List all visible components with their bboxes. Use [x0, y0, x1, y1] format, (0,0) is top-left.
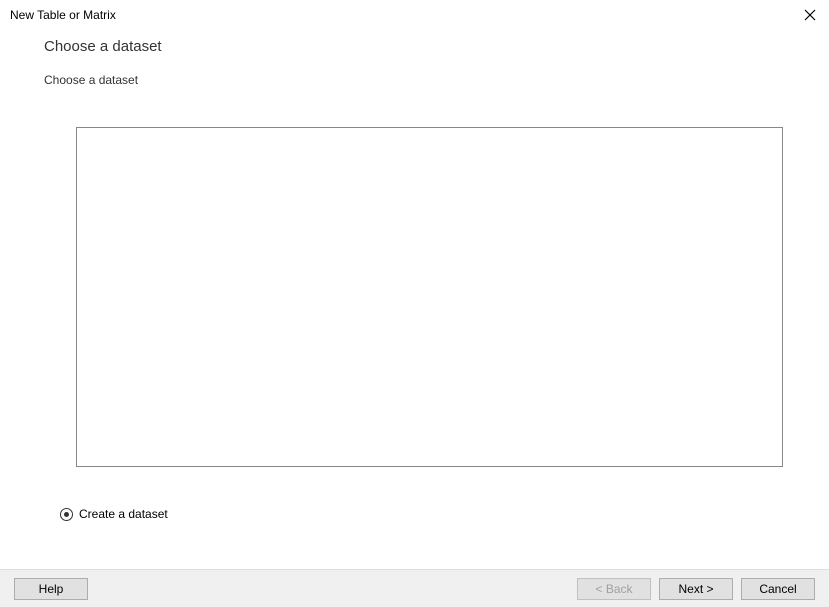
back-button[interactable]: < Back: [577, 578, 651, 600]
page-heading: Choose a dataset: [44, 38, 801, 55]
create-dataset-label: Create a dataset: [79, 507, 168, 521]
titlebar: New Table or Matrix: [0, 0, 829, 28]
close-icon: [804, 9, 816, 21]
next-button[interactable]: Next >: [659, 578, 733, 600]
window-title: New Table or Matrix: [10, 8, 116, 22]
create-dataset-radio[interactable]: Create a dataset: [60, 507, 801, 521]
radio-icon: [60, 508, 73, 521]
dataset-list[interactable]: [76, 127, 783, 467]
cancel-button[interactable]: Cancel: [741, 578, 815, 600]
close-button[interactable]: [801, 6, 819, 24]
page-subheading: Choose a dataset: [44, 73, 801, 87]
content-area: Choose a dataset Choose a dataset Create…: [0, 28, 829, 521]
radio-checked-icon: [64, 512, 69, 517]
help-button[interactable]: Help: [14, 578, 88, 600]
footer: Help < Back Next > Cancel: [0, 569, 829, 607]
